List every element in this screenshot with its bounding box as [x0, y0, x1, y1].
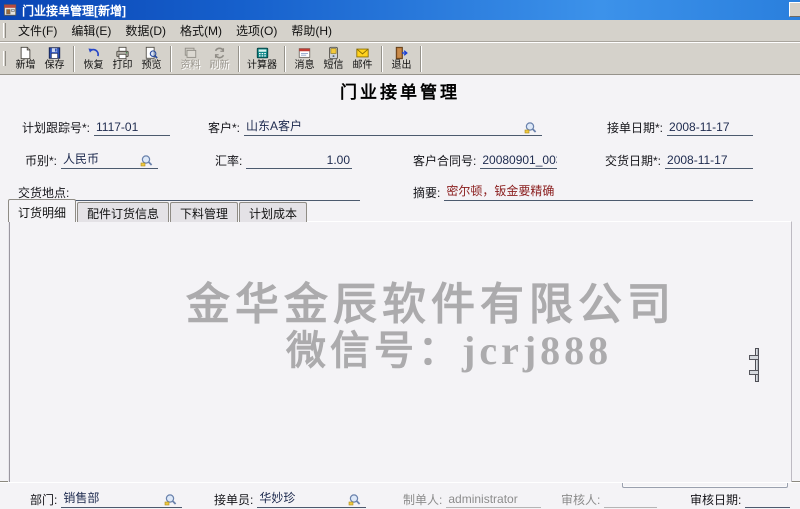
calculator-button[interactable]: 计算器 — [245, 43, 279, 74]
toolbar-separator — [170, 46, 172, 72]
field-auditor: 审核人: — [561, 491, 657, 508]
door-handle — [755, 348, 759, 382]
field-order-date: 接单日期*: 2008-11-17 — [607, 119, 753, 136]
data-button: 资料 — [177, 43, 204, 74]
message-icon — [297, 46, 312, 60]
menu-format[interactable]: 格式(M) — [173, 20, 229, 41]
field-audit-date: 审核日期: — [690, 491, 790, 508]
field-order-taker: 接单员: 华妙珍 — [214, 491, 366, 508]
preview-icon — [144, 46, 159, 60]
plan-no-label: 计划跟踪号*: — [22, 119, 94, 136]
toolbar-separator — [238, 46, 240, 72]
refresh-button: 刷新 — [206, 43, 233, 74]
toolbar-separator — [284, 46, 286, 72]
order-date-input[interactable]: 2008-11-17 — [667, 120, 753, 136]
tab-plan-cost[interactable]: 计划成本 — [239, 202, 307, 222]
app-window: 门业接单管理[新增] 文件(F) 编辑(E) 数据(D) 格式(M) 选项(O)… — [0, 0, 800, 509]
undo-icon — [86, 46, 101, 60]
tab-strip: 订货明细 配件订货信息 下料管理 计划成本 — [8, 200, 308, 222]
lookup-icon[interactable] — [164, 493, 179, 507]
field-contract-no: 客户合同号: 20080901_00389 — [413, 152, 557, 169]
minimize-button[interactable] — [789, 2, 800, 17]
toolbar-separator — [73, 46, 75, 72]
print-button[interactable]: 打印 — [109, 43, 136, 74]
field-customer: 客户*: 山东A客户 — [208, 119, 542, 136]
lookup-icon[interactable] — [348, 493, 363, 507]
toolbar: 新增 保存 恢复 打印 — [0, 42, 800, 75]
toolbar-grip — [3, 51, 6, 66]
auditor-label: 审核人: — [561, 491, 604, 508]
mail-icon — [355, 46, 370, 60]
menu-bar: 文件(F) 编辑(E) 数据(D) 格式(M) 选项(O) 帮助(H) — [0, 20, 800, 42]
field-currency: 币别*: 人民币 — [25, 152, 158, 169]
contract-no-input[interactable]: 20080901_00389 — [480, 153, 557, 169]
contract-no-label: 客户合同号: — [413, 152, 480, 169]
mail-button[interactable]: 邮件 — [349, 43, 376, 74]
new-button[interactable]: 新增 — [12, 43, 39, 74]
order-date-label: 接单日期*: — [607, 119, 667, 136]
sms-button[interactable]: 短信 — [320, 43, 347, 74]
print-icon — [115, 46, 130, 60]
tab-cutting-manage[interactable]: 下料管理 — [170, 202, 238, 222]
new-document-icon — [18, 46, 33, 60]
menu-options[interactable]: 选项(O) — [229, 20, 284, 41]
field-exchange-rate: 汇率: 1.00 — [215, 152, 352, 169]
calculator-icon — [255, 46, 270, 60]
exit-button[interactable]: 退出 — [388, 43, 415, 74]
exit-icon — [394, 46, 409, 60]
currency-label: 币别*: — [25, 152, 61, 169]
exchange-rate-input[interactable]: 1.00 — [246, 153, 352, 169]
customer-input[interactable]: 山东A客户 — [244, 117, 542, 136]
preview-button[interactable]: 预览 — [138, 43, 165, 74]
page-title: 门业接单管理 — [0, 78, 800, 103]
exchange-rate-label: 汇率: — [215, 152, 246, 169]
auditor-value — [604, 506, 657, 508]
field-delivery-date: 交货日期*: 2008-11-17 — [605, 152, 753, 169]
audit-date-label: 审核日期: — [690, 491, 745, 508]
creator-value: administrator — [446, 492, 541, 508]
department-label: 部门: — [30, 491, 61, 508]
delivery-date-label: 交货日期*: — [605, 152, 665, 169]
delivery-date-input[interactable]: 2008-11-17 — [665, 153, 753, 169]
audit-date-value — [745, 506, 790, 508]
sms-icon — [326, 46, 341, 60]
save-button[interactable]: 保存 — [41, 43, 68, 74]
lookup-icon[interactable] — [140, 154, 155, 168]
menu-file[interactable]: 文件(F) — [11, 20, 64, 41]
window-icon — [3, 3, 18, 17]
title-bar: 门业接单管理[新增] — [0, 0, 800, 20]
menu-grip — [3, 23, 6, 38]
field-plan-no: 计划跟踪号*: 1117-01 — [22, 119, 170, 136]
tab-order-detail[interactable]: 订货明细 — [8, 199, 76, 222]
lookup-icon[interactable] — [524, 121, 539, 135]
order-taker-label: 接单员: — [214, 491, 257, 508]
save-icon — [47, 46, 62, 60]
tab-page — [8, 221, 792, 482]
menu-data[interactable]: 数据(D) — [118, 20, 173, 41]
creator-label: 制单人: — [403, 491, 446, 508]
menu-help[interactable]: 帮助(H) — [284, 20, 339, 41]
window-title: 门业接单管理[新增] — [22, 2, 126, 19]
summary-input[interactable]: 密尔顿，钣金要精确 — [444, 182, 753, 201]
plan-no-input[interactable]: 1117-01 — [94, 120, 170, 136]
field-summary: 摘要: 密尔顿，钣金要精确 — [413, 184, 753, 201]
data-icon — [183, 46, 198, 60]
field-creator: 制单人: administrator — [403, 491, 541, 508]
summary-label: 摘要: — [413, 184, 444, 201]
undo-button[interactable]: 恢复 — [80, 43, 107, 74]
toolbar-separator — [420, 46, 422, 72]
field-department: 部门: 销售部 — [30, 491, 182, 508]
refresh-icon — [212, 46, 227, 60]
tab-parts-order[interactable]: 配件订货信息 — [77, 202, 169, 222]
toolbar-separator — [381, 46, 383, 72]
message-button[interactable]: 消息 — [291, 43, 318, 74]
customer-label: 客户*: — [208, 119, 244, 136]
menu-edit[interactable]: 编辑(E) — [64, 20, 118, 41]
